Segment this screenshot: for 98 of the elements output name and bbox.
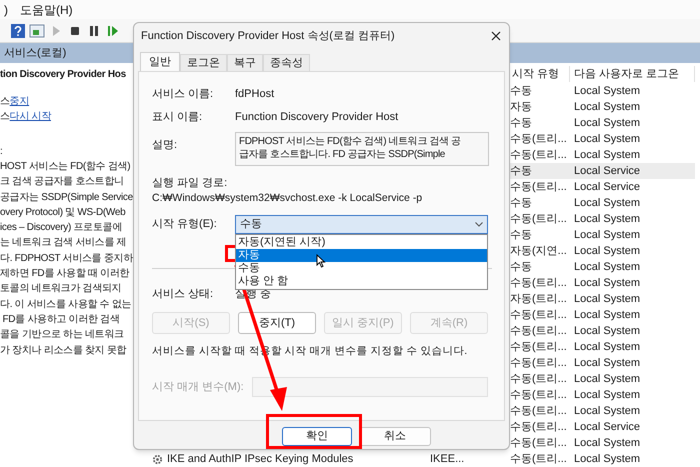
description-line: 공급자는 SSDP(Simple Service bbox=[0, 190, 133, 205]
dialog-button[interactable]: 취소 bbox=[359, 427, 431, 446]
logon-cell-text: Local System bbox=[573, 324, 642, 339]
tab[interactable]: 일반 bbox=[140, 52, 180, 71]
logon-cell-text: Local System bbox=[573, 148, 642, 163]
description-line: 제하면 FD를 사용할 때 이러한 bbox=[0, 267, 130, 282]
startup-type-cell-text: 수동(트리... bbox=[510, 132, 568, 147]
field-label: 시작 유형(E): bbox=[152, 217, 218, 232]
startup-type-cell-text: 수동(트리... bbox=[510, 452, 568, 467]
startup-type-select[interactable]: 수동 bbox=[235, 215, 488, 234]
startup-type-cell-text: 수동 bbox=[510, 116, 533, 131]
description-line: overy Protocol) 및 WS-D(Web bbox=[0, 206, 126, 220]
dropdown-option[interactable]: 수동 bbox=[236, 262, 487, 275]
startup-type-cell-text: 수동(트리... bbox=[510, 372, 568, 387]
logon-cell-text: Local System bbox=[573, 340, 642, 355]
service-name: IKE and AuthIP IPsec Keying Modules bbox=[167, 452, 354, 467]
logon-cell-text: Local Service bbox=[573, 180, 642, 195]
service-row[interactable]: IKE and AuthIP IPsec Keying Modules IKEE... 수동(트리... Local System bbox=[150, 451, 695, 467]
action-link[interactable]: 다시 시작 bbox=[10, 109, 51, 124]
startup-type-cell-text: 수동(트리... bbox=[510, 420, 568, 435]
startup-type-cell-text: 수동(트리... bbox=[510, 436, 568, 451]
column-header[interactable]: 다음 사용자로 로그온 bbox=[570, 66, 695, 82]
description-line: 크 검색 공급자를 호스트합니 bbox=[0, 175, 124, 190]
startup-type-cell-text: 자동(트리... bbox=[510, 292, 568, 307]
tab[interactable]: 복구 bbox=[227, 54, 263, 71]
startup-type-cell-text: 자동(지연... bbox=[510, 244, 568, 259]
logon-cell-text: Local Service bbox=[573, 164, 642, 179]
header-title: 서비스(로컬) bbox=[4, 46, 66, 61]
path-value: C:₩Windows₩system32₩svchost.exe -k LocalService -p bbox=[152, 191, 424, 206]
logon-cell-text: Local System bbox=[573, 100, 642, 115]
logon-cell-text: Local System bbox=[573, 308, 642, 323]
description-line: 가 장치나 리소스를 찾지 못합 bbox=[0, 344, 126, 358]
logon-cell-text: Local System bbox=[573, 388, 642, 403]
logon-cell-text: Local System bbox=[573, 212, 642, 227]
service-title: tion Discovery Provider Hos bbox=[0, 68, 126, 82]
startup-type-cell-text: 수동(트리... bbox=[510, 308, 568, 323]
startup-type-cell-text: 수동(트리... bbox=[510, 388, 568, 403]
logon-cell-text: Local System bbox=[573, 436, 642, 451]
logon-cell-text: Local System bbox=[573, 276, 642, 291]
dropdown-option[interactable]: 자동(지연된 시작) bbox=[236, 236, 487, 249]
tab[interactable]: 로그온 bbox=[180, 54, 227, 71]
description-line: 다. 이 서비스를 사용할 수 없는 bbox=[0, 298, 132, 312]
field-label: 설명: bbox=[152, 138, 178, 153]
logon-cell-text: Local System bbox=[573, 292, 642, 307]
logon-cell-text: Local Service bbox=[573, 420, 642, 435]
description-line: 콜을 기반으로 하는 네트워크 bbox=[0, 328, 124, 342]
field-value: fdPHost bbox=[235, 86, 274, 102]
menu-item[interactable]: 도움말(H) bbox=[20, 0, 73, 18]
startup-type-cell-text: 수동(트리... bbox=[510, 340, 568, 355]
menu-item[interactable]: ) bbox=[4, 0, 8, 18]
startup-type-cell-text: 수동 bbox=[510, 228, 533, 243]
service-description: IKEE... bbox=[430, 452, 464, 465]
field-value: Function Discovery Provider Host bbox=[235, 110, 398, 125]
startup-type-cell-text: 수동(트리... bbox=[510, 148, 568, 163]
startup-type-cell-text: 수동 bbox=[510, 260, 533, 275]
description-line: 는 네트워크 검색 서비스를 제 bbox=[0, 236, 126, 250]
logon-cell-text: Local System bbox=[573, 404, 642, 419]
dropdown-option[interactable]: 사용 안 함 bbox=[236, 275, 487, 288]
startup-type-cell-text: 수동 bbox=[510, 196, 533, 211]
startup-type-cell-text: 수동(트리... bbox=[510, 276, 568, 291]
field-label: 서비스 이름: bbox=[152, 86, 214, 102]
logon-cell-text: Local System bbox=[573, 116, 642, 131]
field-label: 시작 매개 변수(M): bbox=[152, 380, 245, 394]
dropdown-option[interactable]: 자동 bbox=[236, 249, 487, 262]
startup-type-cell-text: 수동(트리... bbox=[510, 404, 568, 419]
startup-type-cell-text: 수동(트리... bbox=[510, 180, 568, 195]
description-line: FD를 사용하고 이러한 검색 bbox=[1, 312, 120, 327]
logon-cell-text: Local System bbox=[573, 372, 642, 387]
logon-cell-text: Local System bbox=[573, 452, 642, 467]
logon-cell-text: Local System bbox=[573, 84, 642, 99]
startup-type-cell-text: 수동(트리... bbox=[510, 324, 568, 339]
startup-type-cell-text: 수동(트리... bbox=[510, 356, 568, 371]
action-link[interactable]: 중지 bbox=[10, 94, 30, 109]
tab[interactable]: 종속성 bbox=[263, 54, 310, 71]
startup-type-cell-text: 수동 bbox=[510, 164, 533, 179]
field-label: 표시 이름: bbox=[152, 110, 204, 125]
description-line: ices – Discovery) 프로토콜에 bbox=[0, 221, 122, 236]
description-line: 다. FDPHOST 서비스를 중지하 bbox=[0, 252, 134, 266]
logon-cell-text: Local System bbox=[573, 244, 642, 259]
description-box[interactable]: FDPHOST 서비스는 FD(함수 검색) 네트워크 검색 공 급자를 호스트합니다. FD 공급자는 SSDP(Simple bbox=[235, 132, 489, 166]
description-line: 토콜의 네트워크가 검색되지 bbox=[0, 282, 122, 296]
logon-cell-text: Local System bbox=[573, 132, 642, 147]
field-label: 실행 파일 경로: bbox=[152, 176, 228, 191]
description-line: HOST 서비스는 FD(함수 검색) bbox=[0, 160, 130, 174]
description-label: : bbox=[0, 145, 4, 159]
logon-cell-text: Local System bbox=[573, 228, 642, 243]
startup-type-cell-text: 수동 bbox=[510, 84, 533, 99]
action-prefix: 스 bbox=[0, 110, 10, 124]
dialog-title: Function Discovery Provider Host 속성(로컬 컴퓨터) bbox=[141, 28, 395, 44]
action-prefix: 스 bbox=[0, 95, 10, 109]
logon-cell-text: Local System bbox=[573, 356, 642, 371]
logon-cell-text: Local System bbox=[573, 196, 642, 211]
service-control-button[interactable]: 중지(T) bbox=[238, 312, 316, 334]
startup-type-cell-text: 자동 bbox=[510, 100, 533, 115]
startup-type-cell-text: 수동(트리... bbox=[510, 212, 568, 227]
dialog-button[interactable]: 확인 bbox=[282, 427, 352, 446]
field-label: 서비스 상태: bbox=[152, 286, 214, 302]
logon-cell-text: Local System bbox=[573, 260, 642, 275]
